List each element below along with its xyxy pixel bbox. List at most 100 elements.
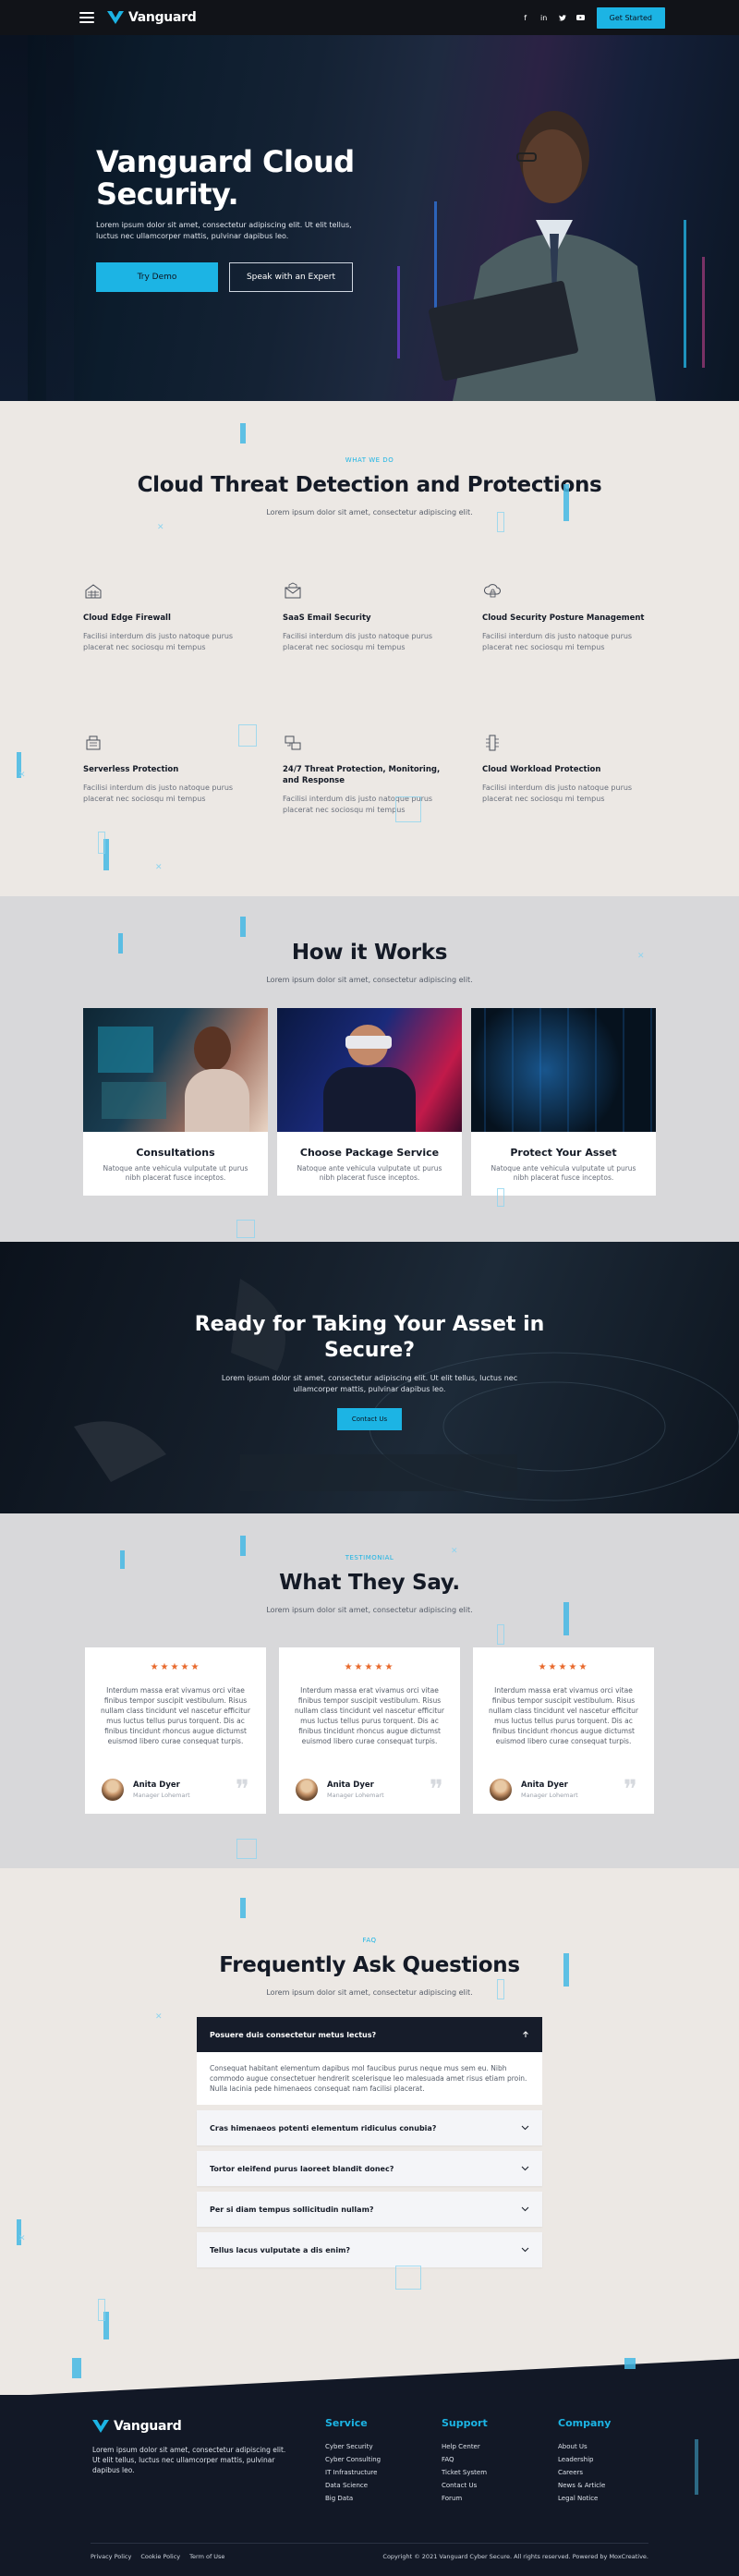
server-rack-decor — [0, 35, 28, 401]
footer-column-company: Company About Us Leadership Careers News… — [558, 2417, 611, 2505]
decor-bar — [695, 2439, 698, 2495]
consultation-image — [83, 1008, 268, 1132]
footer-link[interactable]: Cyber Consulting — [325, 2453, 381, 2466]
hamburger-menu-icon[interactable] — [79, 12, 94, 23]
email-security-icon — [285, 582, 301, 599]
faq-question-text: Tortor eleifend purus laoreet blandit do… — [210, 2164, 394, 2173]
footer-bottom-bar: Privacy Policy Cookie Policy Term of Use… — [91, 2543, 648, 2560]
service-item[interactable]: Cloud Edge Firewall Facilisi interdum di… — [83, 581, 257, 653]
footer-link[interactable]: Data Science — [325, 2479, 381, 2492]
how-card[interactable]: Protect Your Asset Natoque ante vehicula… — [471, 1008, 656, 1196]
decor-bar — [120, 1550, 125, 1569]
testimonial-text: Interdum massa erat vivamus orci vitae f… — [294, 1686, 445, 1745]
get-started-button[interactable]: Get Started — [596, 6, 665, 29]
reviewer-name: Anita Dyer — [521, 1780, 568, 1790]
service-text: Facilisi interdum dis justo natoque puru… — [83, 784, 234, 803]
section-subtitle: Lorem ipsum dolor sit amet, consectetur … — [266, 508, 473, 516]
footer-link[interactable]: Forum — [442, 2492, 488, 2505]
cookie-policy-link[interactable]: Cookie Policy — [140, 2553, 180, 2560]
speak-expert-button[interactable]: Speak with an Expert — [229, 262, 353, 292]
hero-section: Vanguard Cloud Security. Lorem ipsum dol… — [0, 35, 739, 401]
decor-outline — [497, 1979, 504, 1999]
facebook-icon[interactable]: f — [521, 13, 530, 22]
how-card-text: Natoque ante vehicula vulputate ut purus… — [491, 1164, 636, 1182]
footer-link[interactable]: Big Data — [325, 2492, 381, 2505]
try-demo-button[interactable]: Try Demo — [96, 262, 218, 292]
decor-cross: ✕ — [155, 863, 163, 872]
service-item[interactable]: Cloud Security Posture Management Facili… — [482, 581, 656, 653]
hero-person-image — [429, 111, 656, 401]
reviewer-name: Anita Dyer — [327, 1780, 374, 1790]
how-card-text: Natoque ante vehicula vulputate ut purus… — [103, 1164, 248, 1182]
decor-bar — [240, 1898, 246, 1918]
section-subtitle: Lorem ipsum dolor sit amet, consectetur … — [266, 976, 473, 984]
workload-icon — [486, 735, 499, 751]
section-subtitle: Lorem ipsum dolor sit amet, consectetur … — [266, 1606, 473, 1614]
section-eyebrow: WHAT WE DO — [345, 456, 394, 464]
reviewer-name: Anita Dyer — [133, 1780, 180, 1790]
service-text: Facilisi interdum dis justo natoque puru… — [83, 632, 234, 651]
faq-question[interactable]: Tortor eleifend purus laoreet blandit do… — [197, 2151, 542, 2186]
faq-question[interactable]: Cras himenaeos potenti elementum ridicul… — [197, 2110, 542, 2145]
service-item[interactable]: Serverless Protection Facilisi interdum … — [83, 733, 257, 816]
footer-link[interactable]: Help Center — [442, 2440, 488, 2453]
testimonial-card: ★★★★★ Interdum massa erat vivamus orci v… — [473, 1647, 654, 1814]
service-title: SaaS Email Security — [283, 614, 371, 623]
how-card-title: Choose Package Service — [299, 1147, 440, 1159]
arrow-up-icon — [521, 2031, 529, 2039]
server-rack-decor — [46, 35, 74, 401]
decor-outline — [497, 1624, 504, 1645]
testimonial-text: Interdum massa erat vivamus orci vitae f… — [100, 1686, 251, 1745]
footer-column-service: Service Cyber Security Cyber Consulting … — [325, 2417, 381, 2505]
light-beam-decor — [397, 266, 400, 358]
footer-link[interactable]: IT Infrastructure — [325, 2466, 381, 2479]
decor-bar — [563, 484, 569, 521]
footer-logo[interactable]: Vanguard — [92, 2419, 182, 2434]
section-title: Frequently Ask Questions — [219, 1953, 520, 1977]
decor-bar — [624, 2358, 636, 2369]
how-card[interactable]: Consultations Natoque ante vehicula vulp… — [83, 1008, 268, 1196]
quote-icon: ❞ — [429, 1774, 443, 1804]
cloud-security-icon — [484, 584, 501, 598]
firewall-icon — [85, 584, 102, 599]
quote-icon: ❞ — [623, 1774, 637, 1804]
footer-link[interactable]: Leadership — [558, 2453, 611, 2466]
footer-link[interactable]: Cyber Security — [325, 2440, 381, 2453]
footer-description: Lorem ipsum dolor sit amet, consectetur … — [92, 2446, 286, 2474]
quote-icon: ❞ — [235, 1774, 249, 1804]
contact-us-button[interactable]: Contact Us — [336, 1408, 403, 1430]
how-card[interactable]: Choose Package Service Natoque ante vehi… — [277, 1008, 462, 1196]
footer-column-support: Support Help Center FAQ Ticket System Co… — [442, 2417, 488, 2505]
decor-cross: ✕ — [18, 2234, 26, 2243]
logo-icon — [107, 11, 124, 24]
testimonial-card: ★★★★★ Interdum massa erat vivamus orci v… — [279, 1647, 460, 1814]
privacy-policy-link[interactable]: Privacy Policy — [91, 2553, 131, 2560]
service-item[interactable]: Cloud Workload Protection Facilisi inter… — [482, 733, 656, 816]
footer-link[interactable]: Ticket System — [442, 2466, 488, 2479]
reviewer-role: Manager Lohemart — [327, 1792, 384, 1799]
decor-outline — [98, 832, 105, 854]
logo[interactable]: Vanguard — [107, 10, 197, 25]
faq-question[interactable]: Tellus lacus vulputate a dis enim? — [197, 2232, 542, 2267]
twitter-icon[interactable] — [558, 13, 567, 22]
footer-link[interactable]: News & Article — [558, 2479, 611, 2492]
faq-question-text: Posuere duis consectetur metus lectus? — [210, 2030, 377, 2039]
terms-link[interactable]: Term of Use — [189, 2553, 224, 2560]
youtube-icon[interactable] — [576, 13, 586, 22]
decor-outline — [238, 724, 257, 747]
service-item[interactable]: 24/7 Threat Protection, Monitoring, and … — [283, 733, 456, 816]
linkedin-icon[interactable]: in — [539, 13, 549, 22]
how-it-works-section: ✕ How it Works Lorem ipsum dolor sit ame… — [0, 896, 739, 1242]
service-item[interactable]: SaaS Email Security Facilisi interdum di… — [283, 581, 456, 653]
faq-question[interactable]: Per si diam tempus sollicitudin nullam? — [197, 2192, 542, 2227]
decor-bar — [240, 423, 246, 444]
footer-link[interactable]: Contact Us — [442, 2479, 488, 2492]
footer-link[interactable]: Legal Notice — [558, 2492, 611, 2505]
testimonial-card: ★★★★★ Interdum massa erat vivamus orci v… — [85, 1647, 266, 1814]
faq-question-open[interactable]: Posuere duis consectetur metus lectus? — [197, 2017, 542, 2052]
footer-link[interactable]: About Us — [558, 2440, 611, 2453]
avatar — [490, 1779, 512, 1801]
footer-link[interactable]: FAQ — [442, 2453, 488, 2466]
copyright-text: Copyright © 2021 Vanguard Cyber Secure. … — [382, 2553, 648, 2560]
footer-link[interactable]: Careers — [558, 2466, 611, 2479]
